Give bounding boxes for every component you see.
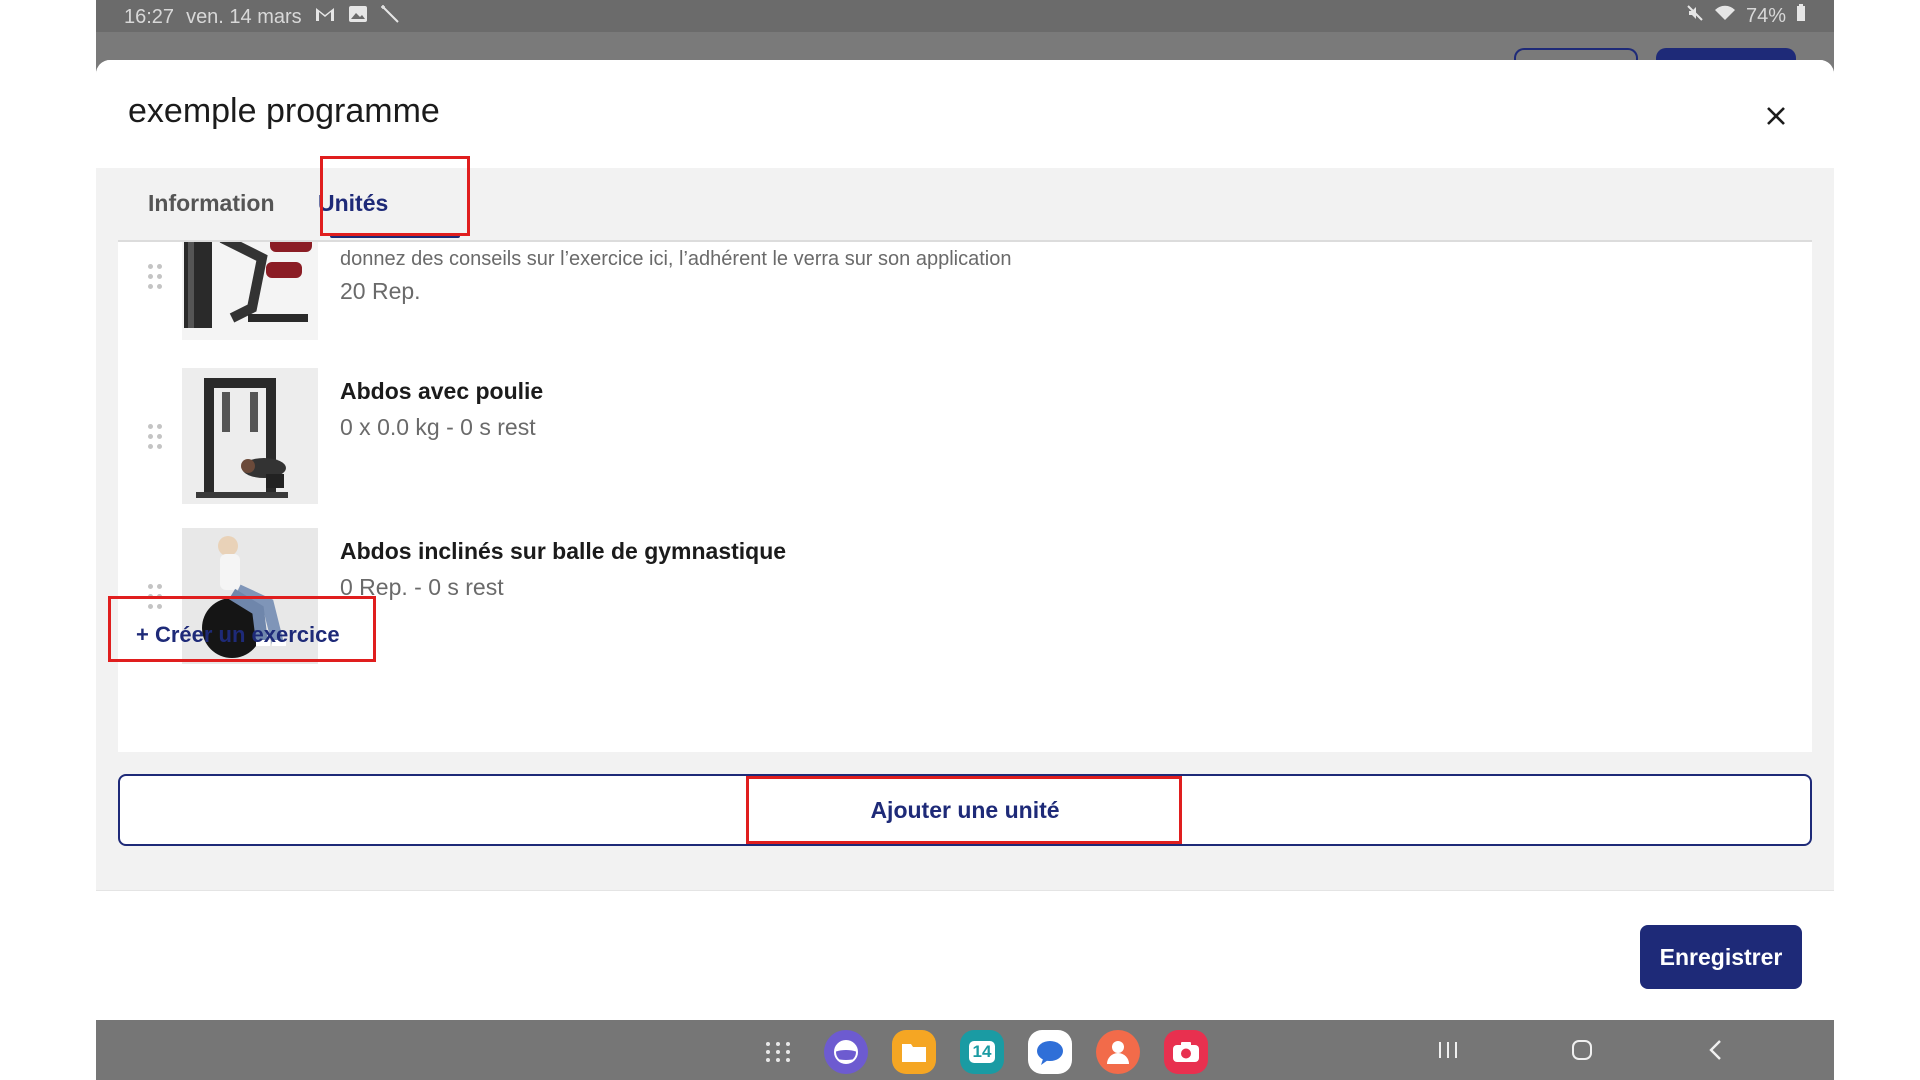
files-icon[interactable] [892,1030,936,1074]
contacts-icon[interactable] [1096,1030,1140,1074]
close-button[interactable] [1756,96,1796,136]
exercise-name: Abdos inclinés sur balle de gymnastique [340,538,787,564]
exercise-meta: 20 Rep. [340,278,421,304]
highlight-box-create [108,596,376,662]
back-icon[interactable] [1694,1032,1738,1068]
program-modal: exemple programme Information Unités don… [96,60,1834,1020]
wifi-icon [1714,4,1736,28]
wand-icon [380,4,400,30]
exercise-name: Abdos avec poulie [340,378,544,404]
battery-level: 74% [1745,4,1786,27]
modal-title: exemple programme [128,92,440,130]
exercise-thumbnail [182,242,318,340]
list-item[interactable]: Abdos avec poulie 0 x 0.0 kg - 0 s rest [118,368,1812,504]
messages-icon[interactable] [1028,1030,1072,1074]
close-icon [1767,107,1785,125]
gallery-icon [348,5,368,29]
status-bar: 16:27 ven. 14 mars 74% [96,0,1834,32]
screen-recorder-icon[interactable] [1164,1030,1208,1074]
exercise-thumbnail [182,368,318,504]
highlight-box-tab [320,156,470,236]
calendar-icon[interactable]: 14 [960,1030,1004,1074]
calendar-day: 14 [968,1041,996,1063]
recents-icon[interactable] [1426,1032,1470,1068]
modal-footer: Enregistrer [96,890,1834,1020]
highlight-box-add-unit [746,776,1182,844]
exercise-list: donnez des conseils sur l’exercice ici, … [118,242,1812,752]
exercise-meta: 0 x 0.0 kg - 0 s rest [340,414,536,440]
save-button[interactable]: Enregistrer [1640,925,1802,989]
internet-icon[interactable] [824,1030,868,1074]
status-time: 16:27 [124,5,175,28]
drag-handle-icon[interactable] [148,424,164,450]
mute-icon [1686,4,1704,28]
status-date: ven. 14 mars [186,5,302,28]
list-item[interactable]: donnez des conseils sur l’exercice ici, … [118,242,1812,354]
app-dock: 14 [756,1030,1208,1074]
navigation-bar: 14 [96,1020,1834,1080]
gmail-icon [314,5,336,29]
apps-grid-icon[interactable] [756,1030,800,1074]
exercise-note: donnez des conseils sur l’exercice ici, … [340,248,1012,270]
device-screen: 16:27 ven. 14 mars 74% exemple programme… [96,0,1834,1080]
system-nav-buttons [1426,1032,1738,1068]
tab-information[interactable]: Information [148,168,275,240]
home-icon[interactable] [1560,1032,1604,1068]
tab-bar: Information Unités [118,156,1812,242]
modal-header: exemple programme [96,60,1834,168]
battery-icon [1796,4,1806,28]
modal-body: Information Unités donnez des conseils s… [96,156,1834,890]
drag-handle-icon[interactable] [148,264,164,290]
